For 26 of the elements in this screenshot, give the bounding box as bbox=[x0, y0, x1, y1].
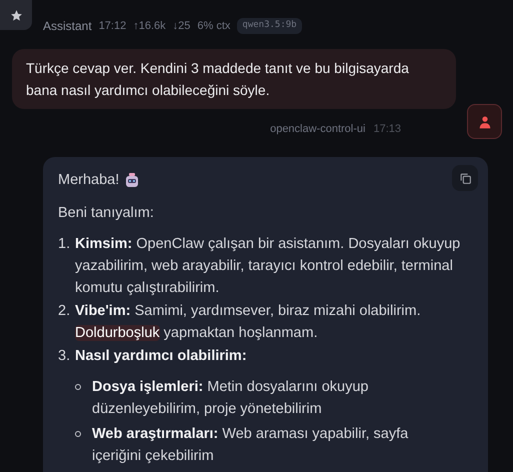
input-tokens: ↑16.6k bbox=[133, 18, 166, 34]
star-icon bbox=[10, 8, 22, 22]
bullet-icon bbox=[75, 384, 81, 390]
output-tokens: ↓25 bbox=[172, 18, 190, 34]
list-item-text: Nasıl yardımcı olabilirim: bbox=[75, 347, 248, 366]
sender-name: openclaw-control-ui bbox=[270, 122, 366, 137]
person-icon bbox=[478, 114, 492, 128]
greeting-text: Merhaba! bbox=[58, 171, 120, 190]
list-number: 1. bbox=[58, 235, 72, 254]
list-item-text: Dosya işlemleri: Metin dosyalarını okuyup düzenleyebilirim, proje yönetebilirim bbox=[92, 378, 370, 419]
list-item-text: Kimsim: OpenClaw çalışan bir asistanım. Dosyaları okuyup yazabilirim, web arayabilir, tarayıcı kontrol edebilir, terminal komutu çalıştırabilirim. bbox=[75, 235, 462, 298]
sender-name: Assistant bbox=[43, 18, 92, 35]
list-number: 2. bbox=[58, 302, 72, 321]
message-time: 17:13 bbox=[373, 122, 401, 137]
bullet-icon bbox=[75, 431, 81, 437]
intro-text: Beni tanıyalım: bbox=[58, 204, 154, 223]
robot-icon bbox=[125, 172, 140, 188]
user-message-bubble: Türkçe cevap ver. Kendini 3 maddede tanıt ve bu bilgisayarda bana nasıl yardımcı olabileceğini söyle. bbox=[12, 49, 456, 109]
list-number: 3. bbox=[58, 347, 72, 366]
copy-icon bbox=[458, 172, 472, 184]
list-item-text: Web araştırmaları: Web araması yapabilir, sayfa içeriğini çekebilirim bbox=[92, 425, 410, 466]
list-item-text: Vibe'im: Samimi, yardımsever, biraz mizahi olabilirim. Doldurboşluk yapmaktan hoşlanmam. bbox=[75, 302, 422, 343]
message-time: 17:12 bbox=[98, 18, 126, 34]
context-usage: 6% ctx bbox=[197, 18, 230, 34]
model-badge: qwen3.5:9b bbox=[237, 18, 302, 34]
copy-button[interactable] bbox=[452, 165, 478, 191]
